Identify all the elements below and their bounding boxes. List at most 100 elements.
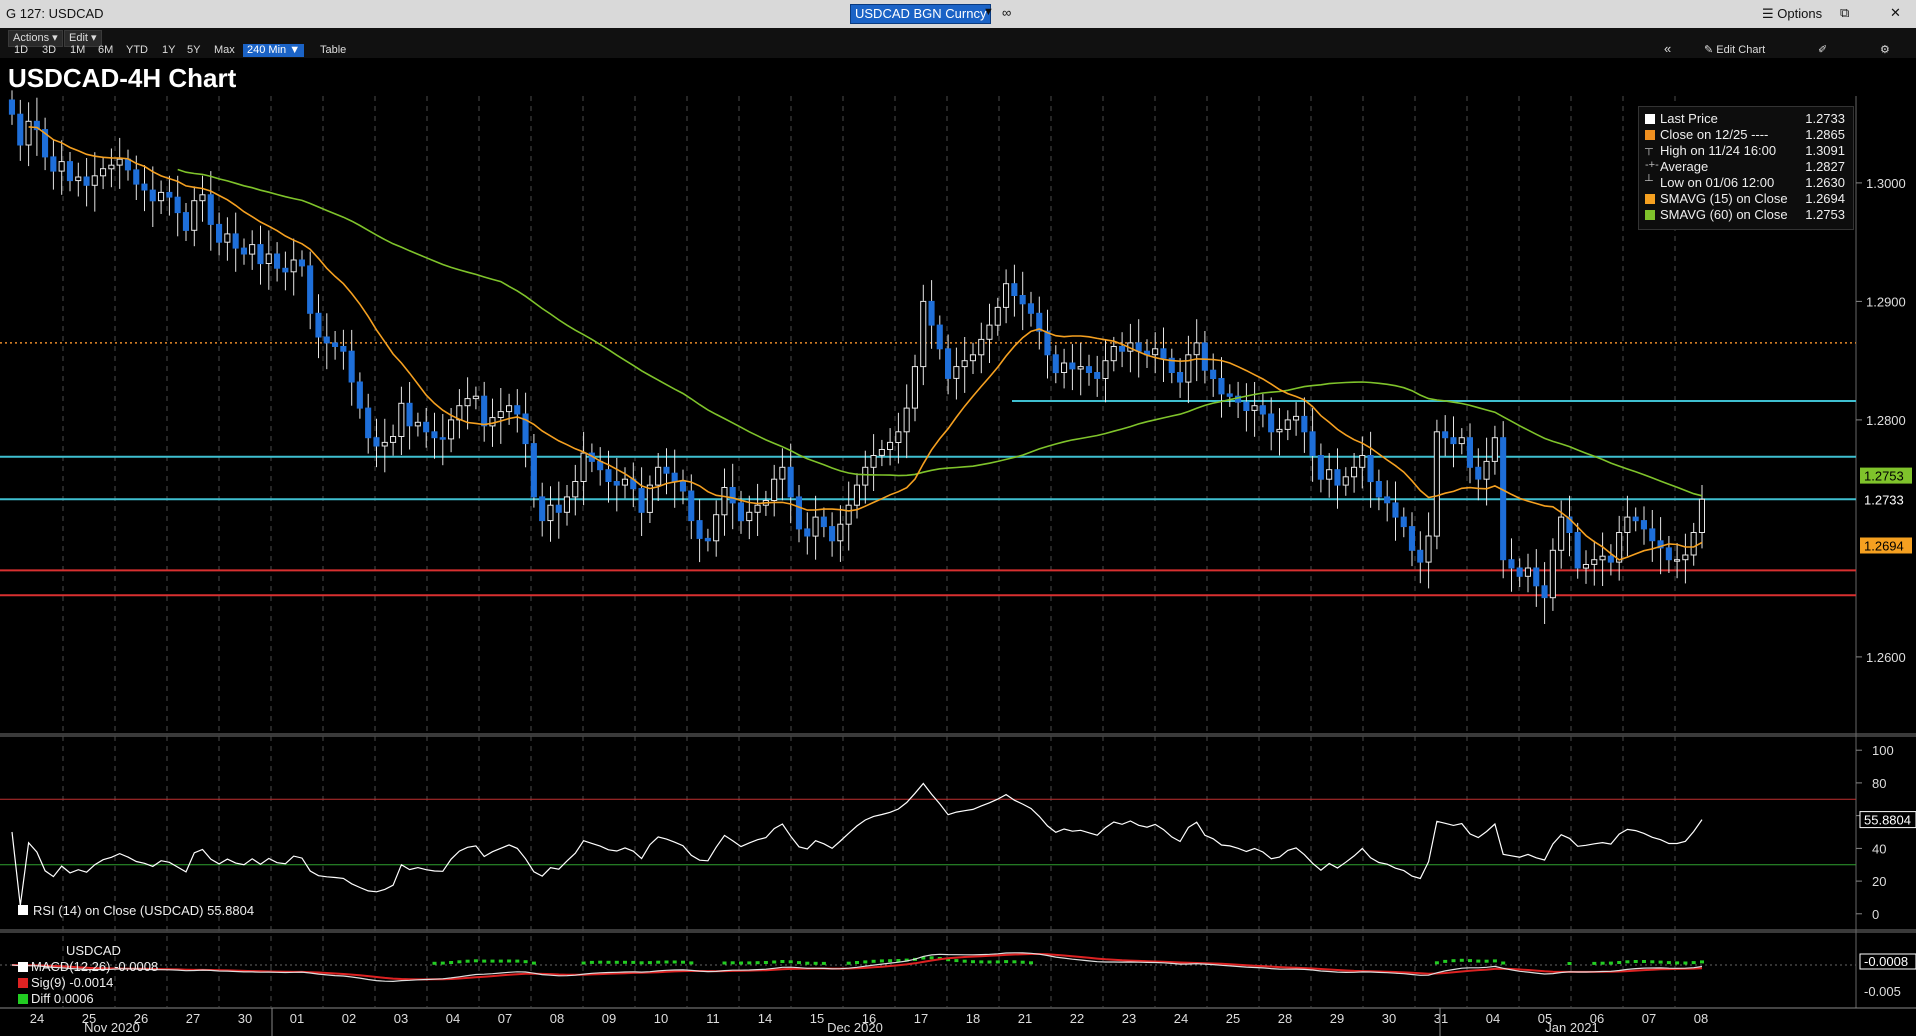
macd-hist-bar <box>846 961 851 965</box>
candle-down <box>1226 393 1233 397</box>
candle-up <box>1624 516 1631 533</box>
macd-hist-bar <box>1443 959 1448 963</box>
rsi-tick-label: 0 <box>1872 907 1879 922</box>
candle-down <box>638 488 645 513</box>
candle-down <box>1301 415 1308 433</box>
candle-up <box>853 484 861 506</box>
candle-down <box>1500 437 1507 561</box>
date-tick-label: 02 <box>342 1011 356 1026</box>
date-tick-label: 08 <box>1694 1011 1708 1026</box>
macd-panel: -0.0008 -0.005 <box>0 952 1916 999</box>
sma15-tag-label: 1.2694 <box>1864 539 1904 554</box>
candle-down <box>737 502 745 522</box>
macd-hist-bar <box>440 961 445 965</box>
candle-down <box>829 526 836 542</box>
candle-down <box>1027 303 1035 314</box>
candle-down <box>17 113 24 146</box>
candle-up <box>754 504 761 513</box>
low-marker-icon: ┴ <box>1645 175 1653 187</box>
candle-up <box>249 244 256 255</box>
macd-hist-bar <box>581 961 586 965</box>
candle-down <box>1119 346 1126 352</box>
macd-hist-bar <box>689 961 694 965</box>
candle-down <box>315 312 322 338</box>
legend-label: High on 11/24 16:00 <box>1660 143 1777 158</box>
macd-hist-bar <box>507 959 512 963</box>
candle-down <box>663 466 670 474</box>
rsi-line <box>11 782 1703 906</box>
candle-down <box>149 189 156 202</box>
macd-title: USDCAD <box>66 943 121 958</box>
candle-down <box>431 431 438 439</box>
date-tick-label: 27 <box>186 1011 200 1026</box>
candle-up <box>506 405 513 413</box>
candle-up <box>563 496 571 513</box>
candle-down <box>1259 405 1266 415</box>
macd-hist-bar <box>788 960 793 964</box>
candle-up <box>986 324 993 340</box>
macd-hist-bar <box>1691 961 1696 965</box>
legend-swatch <box>1645 194 1655 204</box>
macd-hist-bar <box>1625 960 1630 964</box>
legend-value: 1.2630 <box>1805 175 1845 190</box>
candle-up <box>1293 415 1300 421</box>
rsi-tick-label: 20 <box>1872 874 1886 889</box>
candle-up <box>887 441 894 450</box>
macd-hist-bar <box>523 960 528 964</box>
macd-hist-bar <box>1434 961 1439 965</box>
candle-down <box>1160 348 1167 359</box>
candle-up <box>547 504 554 522</box>
candle-up <box>25 120 32 146</box>
candle-down <box>1607 555 1614 563</box>
legend-sma60: SMAVG (60) on Close 1.2753 <box>1645 207 1849 223</box>
candle-down <box>124 158 132 171</box>
candle-down <box>1218 378 1225 395</box>
candle-up <box>1483 460 1490 480</box>
price-axis: 1.3000 1.2900 1.2800 1.2600 1.2753 1.2733 1.26… <box>1856 176 1912 665</box>
candle-down <box>1094 372 1101 379</box>
candle-down <box>820 516 827 528</box>
macd-hist-bar <box>1451 959 1456 963</box>
legend-swatch <box>18 994 28 1004</box>
macd-hist-bar <box>647 961 652 965</box>
macd-hist-bar <box>888 959 893 963</box>
macd-hist-bar <box>1592 961 1597 965</box>
candle-down <box>1019 295 1026 305</box>
candle-up <box>1558 516 1565 551</box>
candle-up <box>878 449 885 456</box>
macd-hist-bar <box>1476 959 1481 963</box>
candle-up <box>713 514 720 542</box>
candle-up <box>75 176 82 182</box>
candle-up <box>953 366 960 379</box>
candle-up <box>224 233 231 243</box>
candle-down <box>787 466 794 498</box>
macd-hist-bar <box>813 961 818 965</box>
macd-hist-bar <box>1666 961 1671 965</box>
candle-down <box>83 176 90 186</box>
candle-down <box>1640 520 1648 530</box>
date-tick-label: 10 <box>654 1011 668 1026</box>
candle-down <box>166 191 173 198</box>
candle-down <box>1384 496 1391 504</box>
candle-down <box>1375 481 1382 498</box>
candle-down <box>141 183 148 191</box>
candle-down <box>1334 469 1341 486</box>
candle-up <box>191 200 198 231</box>
macd-hist-bar <box>681 960 685 964</box>
macd-hist-bar <box>954 959 959 963</box>
chart-canvas[interactable]: 1.3000 1.2900 1.2800 1.2600 1.2753 1.2733 1.26… <box>0 0 1916 1036</box>
candle-down <box>8 99 15 115</box>
panel-separator <box>0 733 1916 737</box>
date-tick-label: 11 <box>706 1011 720 1026</box>
candle-up <box>1433 431 1440 537</box>
candle-down <box>1135 342 1142 352</box>
legend-value: -0.0008 <box>114 959 159 974</box>
date-tick-label: 30 <box>1382 1011 1396 1026</box>
candle-down <box>1533 567 1540 587</box>
macd-hist-bar <box>987 960 992 964</box>
macd-hist-bar <box>1501 961 1506 965</box>
candle-down <box>348 350 355 383</box>
legend-swatch <box>1645 130 1655 140</box>
candle-up <box>870 455 877 468</box>
macd-hist-bar <box>631 960 636 964</box>
